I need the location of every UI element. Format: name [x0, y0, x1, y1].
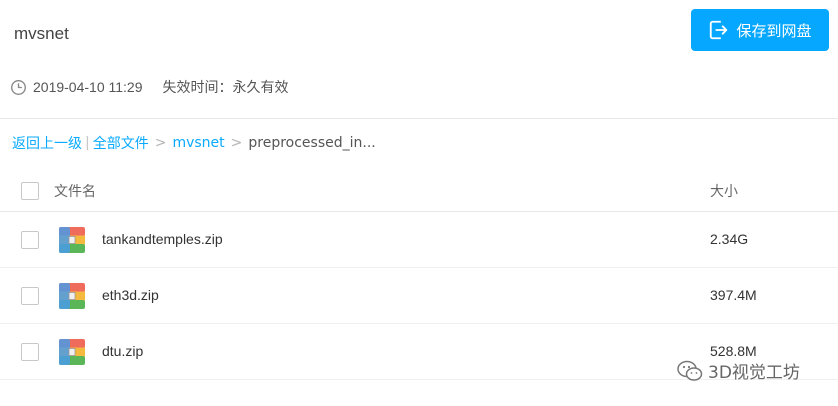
row-checkbox[interactable]: [21, 287, 39, 305]
save-button-label: 保存到网盘: [736, 21, 812, 40]
breadcrumb-current: preprocessed_in...: [248, 135, 376, 151]
breadcrumb-divider: |: [85, 135, 90, 151]
column-header-name[interactable]: 文件名: [54, 181, 96, 201]
share-folder-title: mvsnet: [14, 24, 69, 43]
watermark-text: 3D视觉工坊: [708, 363, 800, 383]
file-name[interactable]: tankandtemples.zip: [102, 231, 223, 247]
file-name[interactable]: dtu.zip: [102, 343, 143, 359]
row-checkbox[interactable]: [21, 231, 39, 249]
file-size: 397.4M: [710, 287, 757, 303]
breadcrumb-separator: >: [230, 135, 243, 151]
file-name[interactable]: eth3d.zip: [102, 287, 159, 303]
file-size: 2.34G: [710, 231, 749, 247]
breadcrumb: 返回上一级 | 全部文件 > mvsnet > preprocessed_in.…: [12, 133, 376, 153]
select-all-checkbox[interactable]: [21, 182, 39, 200]
archive-zip-icon: [59, 339, 85, 365]
row-checkbox[interactable]: [21, 343, 39, 361]
share-meta: 2019-04-10 11:29 失效时间：永久有效: [10, 77, 289, 97]
expiry-text: 失效时间：永久有效: [162, 79, 289, 95]
clock-icon: [11, 79, 26, 95]
archive-zip-icon: [59, 227, 85, 253]
save-to-netdisk-button[interactable]: 保存到网盘: [691, 9, 829, 51]
wechat-icon: [677, 360, 703, 381]
save-export-icon: [710, 20, 728, 40]
breadcrumb-all-files-link[interactable]: 全部文件: [93, 133, 149, 153]
breadcrumb-back-link[interactable]: 返回上一级: [12, 133, 82, 153]
file-row[interactable]: eth3d.zip 397.4M: [0, 268, 838, 324]
divider: [0, 118, 838, 119]
archive-zip-icon: [59, 283, 85, 309]
file-table-header: 文件名 大小: [0, 172, 838, 210]
breadcrumb-separator: >: [154, 135, 167, 151]
file-size: 528.8M: [710, 343, 757, 359]
share-timestamp: 2019-04-10 11:29: [33, 79, 143, 95]
file-row[interactable]: tankandtemples.zip 2.34G: [0, 212, 838, 268]
column-header-size[interactable]: 大小: [710, 181, 738, 201]
breadcrumb-folder-link[interactable]: mvsnet: [172, 135, 224, 151]
watermark: 3D视觉工坊: [676, 358, 800, 383]
